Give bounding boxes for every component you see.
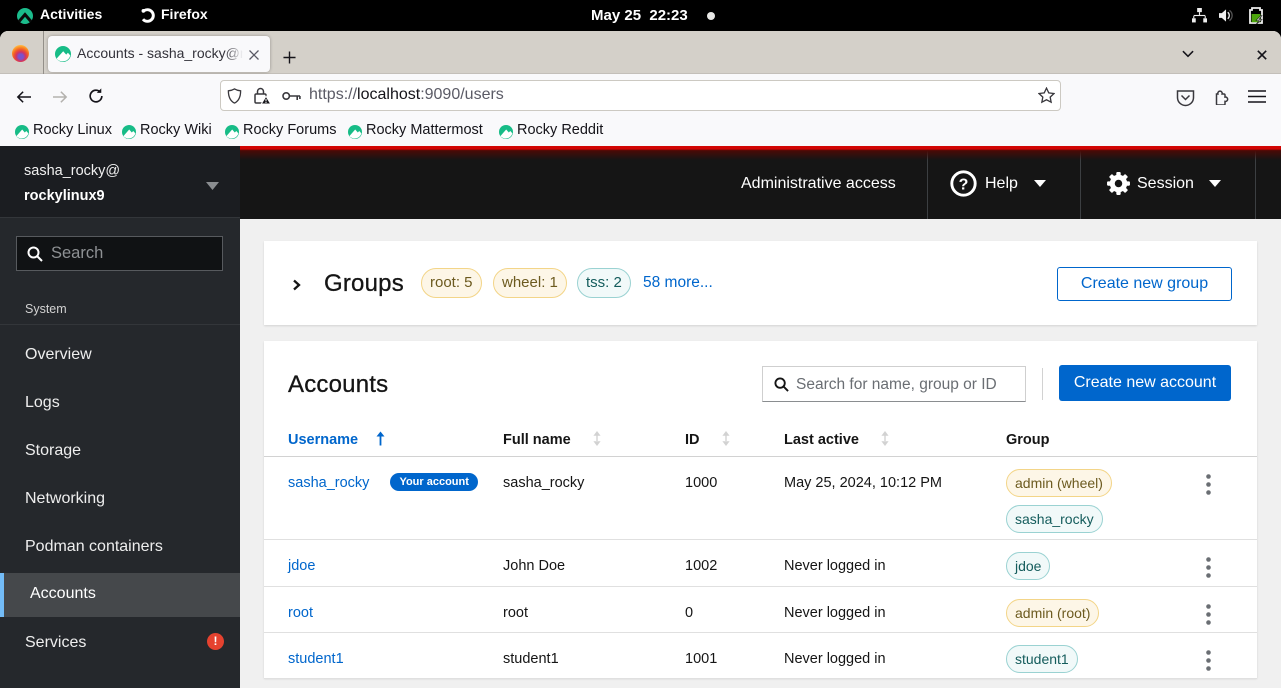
svg-text:?: ? bbox=[959, 177, 969, 194]
